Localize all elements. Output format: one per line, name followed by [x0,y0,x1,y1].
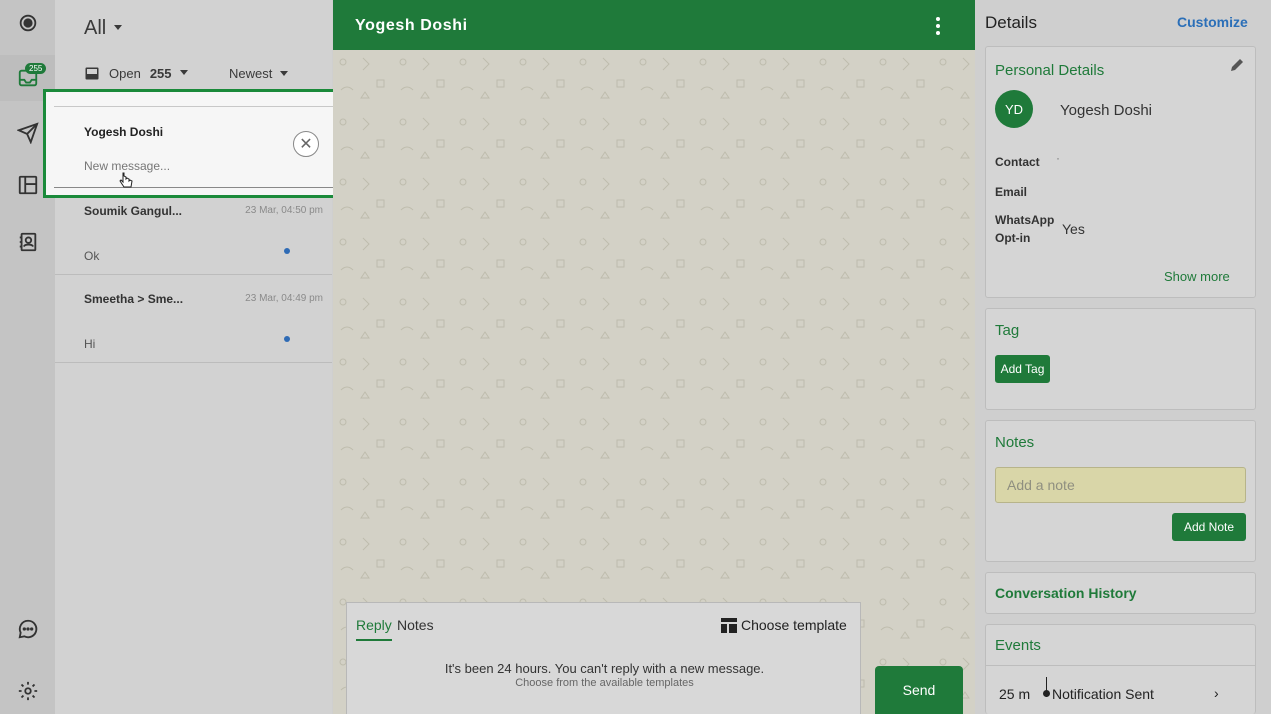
send-icon [16,122,39,144]
contact-value: · [1056,151,1060,165]
unread-dot [284,336,290,342]
divider [54,106,340,107]
close-button[interactable]: ✕ [293,131,319,157]
tab-reply[interactable]: Reply [356,617,392,641]
contact-name: Yogesh Doshi [1060,102,1153,119]
chevron-down-icon [179,70,188,75]
filter-label: All [84,17,107,39]
conversation-item[interactable]: Soumik Gangul... 23 Mar, 04:50 pm Ok [55,187,332,275]
settings-nav-button[interactable] [0,668,55,714]
contacts-icon [19,232,36,252]
contact-label: Contact [995,155,1040,169]
unread-dot [284,248,290,254]
conversation-preview: Hi [84,337,96,351]
chat-header: Yogesh Doshi [333,0,975,50]
conversation-time: 23 Mar, 04:50 pm [245,205,323,216]
events-card: Events 25 m Notification Sent › [985,624,1256,714]
send-button[interactable]: Send [875,666,963,714]
personal-details-card: Personal Details YD Yogesh Doshi Contact… [985,46,1256,298]
chevron-down-icon [114,25,123,31]
conversation-name: Soumik Gangul... [84,204,183,218]
personal-details-title: Personal Details [995,62,1105,79]
close-icon: ✕ [299,136,313,153]
details-panel: Details Customize Personal Details YD Yo… [976,0,1271,714]
show-more-link[interactable]: Show more [1164,269,1230,284]
divider [54,187,340,188]
status-count: 255 [149,66,172,81]
notes-title: Notes [995,434,1035,451]
status-dropdown[interactable]: Open 255 [85,66,188,81]
expired-window-hint: Choose from the available templates [515,677,694,689]
optin-label-line2: Opt-in [995,231,1031,245]
chat-panel: Yogesh Doshi Reply Notes Choose template… [333,0,975,714]
reply-composer: Reply Notes Choose template It's been 24… [346,602,861,714]
details-title: Details [985,13,1037,32]
conversation-time: 23 Mar, 04:49 pm [245,293,323,304]
notes-card: Notes Add Note [985,420,1256,562]
sort-dropdown[interactable]: Newest [229,66,289,81]
new-conversation-name: Yogesh Doshi [84,125,164,139]
tag-title: Tag [995,322,1020,339]
conversation-history-card[interactable]: Conversation History [985,572,1256,614]
chat-nav-button[interactable] [0,606,55,652]
hand-cursor-icon [119,172,133,188]
add-note-button[interactable]: Add Note [1172,513,1246,541]
chevron-down-icon [280,71,289,77]
choose-template-button[interactable]: Choose template [721,617,847,633]
new-conversation-preview: New message... [84,159,171,173]
expired-window-message: It's been 24 hours. You can't reply with… [444,661,765,676]
list-header: All Open 255 Newest [55,0,332,97]
event-timeline-dot [1043,690,1050,697]
logo-icon[interactable] [0,0,55,46]
conversation-preview: Ok [84,249,100,263]
event-text: Notification Sent [1052,686,1154,702]
new-conversation-card[interactable]: Yogesh Doshi New message... ✕ [43,89,348,198]
edit-icon[interactable] [1229,57,1245,73]
conversation-name: Smeetha > Sme... [84,292,184,306]
filter-dropdown[interactable]: All [84,17,123,40]
chevron-right-icon[interactable]: › [1214,685,1219,701]
chat-bubble-icon [18,619,37,639]
events-title: Events [995,637,1041,654]
note-input[interactable] [995,467,1246,503]
more-options-button[interactable] [935,17,941,35]
add-tag-button[interactable]: Add Tag [995,355,1050,383]
sort-label: Newest [229,66,273,81]
chat-contact-name: Yogesh Doshi [355,17,468,34]
conversation-item[interactable]: Smeetha > Sme... 23 Mar, 04:49 pm Hi [55,275,332,363]
optin-label-line1: WhatsApp [995,213,1055,227]
unread-badge: 255 [25,63,47,74]
choose-template-label: Choose template [741,617,847,633]
divider [986,665,1255,666]
gear-icon [18,681,37,701]
layout-icon [18,175,37,195]
status-label: Open [109,66,141,81]
tag-card: Tag Add Tag [985,308,1256,410]
email-label: Email [995,185,1028,199]
customize-link[interactable]: Customize [1177,14,1248,30]
event-time: 25 m [999,686,1031,702]
template-icon [721,618,737,633]
inbox-tray-icon [85,67,99,80]
conversation-history-title: Conversation History [995,585,1137,601]
tab-notes[interactable]: Notes [397,617,434,633]
contacts-nav-button[interactable] [0,219,55,265]
avatar: YD [995,90,1033,128]
optin-value: Yes [1062,221,1085,237]
